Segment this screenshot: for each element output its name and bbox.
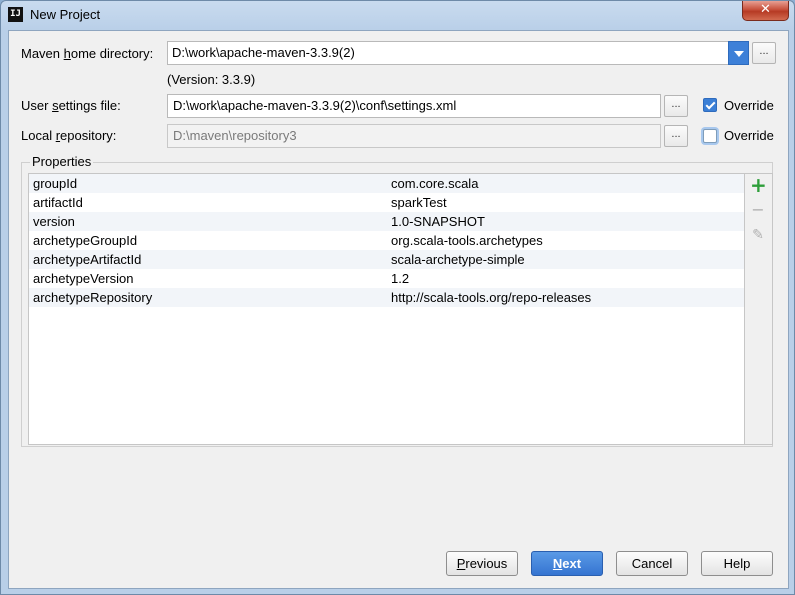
remove-icon[interactable]: − bbox=[750, 202, 766, 218]
dialog-content: Maven home directory: D:\work\apache-mav… bbox=[8, 30, 789, 589]
maven-home-browse-button[interactable]: ... bbox=[752, 42, 776, 64]
table-row[interactable]: archetypeVersion 1.2 bbox=[29, 269, 744, 288]
property-value[interactable]: sparkTest bbox=[391, 193, 447, 212]
close-button[interactable]: ✕ bbox=[742, 1, 789, 21]
new-project-window: IJ New Project ✕ Maven home directory: D… bbox=[0, 0, 795, 595]
table-row[interactable]: artifactId sparkTest bbox=[29, 193, 744, 212]
cancel-button[interactable]: Cancel bbox=[616, 551, 688, 576]
chevron-down-icon[interactable] bbox=[728, 41, 749, 65]
table-row[interactable]: archetypeArtifactId scala-archetype-simp… bbox=[29, 250, 744, 269]
property-key[interactable]: archetypeGroupId bbox=[33, 231, 137, 250]
maven-home-label-mnemonic: h bbox=[63, 46, 71, 61]
property-key[interactable]: artifactId bbox=[33, 193, 83, 212]
local-repo-browse-button[interactable]: ... bbox=[664, 125, 688, 147]
local-repo-override-label[interactable]: Override bbox=[724, 128, 774, 143]
maven-version-label: (Version: 3.3.9) bbox=[167, 72, 256, 87]
next-mnemonic[interactable]: N bbox=[553, 556, 562, 571]
property-value[interactable]: http://scala-tools.org/repo-releases bbox=[391, 288, 591, 307]
edit-icon[interactable]: ✎ bbox=[750, 227, 766, 243]
user-settings-label: User settings file: bbox=[21, 98, 121, 113]
local-repo-label-post: epository: bbox=[60, 128, 117, 143]
user-settings-label-post: ettings file: bbox=[58, 98, 121, 113]
user-settings-override-checkbox[interactable] bbox=[703, 98, 717, 112]
properties-table[interactable]: groupId com.core.scala artifactId sparkT… bbox=[28, 173, 745, 445]
table-row[interactable]: groupId com.core.scala bbox=[29, 174, 744, 193]
property-value[interactable]: 1.0-SNAPSHOT bbox=[391, 212, 485, 231]
user-settings-input[interactable]: D:\work\apache-maven-3.3.9(2)\conf\setti… bbox=[167, 94, 661, 118]
previous-rest[interactable]: revious bbox=[465, 556, 507, 571]
property-value[interactable]: org.scala-tools.archetypes bbox=[391, 231, 543, 250]
property-key[interactable]: archetypeRepository bbox=[33, 288, 152, 307]
next-rest[interactable]: ext bbox=[562, 556, 581, 571]
properties-toolbar: + − ✎ bbox=[745, 173, 773, 445]
maven-home-label-post: ome directory: bbox=[70, 46, 154, 61]
maven-home-label-pre: Maven bbox=[21, 46, 64, 61]
property-value[interactable]: scala-archetype-simple bbox=[391, 250, 525, 269]
properties-title: Properties bbox=[30, 154, 94, 169]
add-icon[interactable]: + bbox=[750, 175, 767, 195]
table-row[interactable]: archetypeRepository http://scala-tools.o… bbox=[29, 288, 744, 307]
window-title: New Project bbox=[30, 7, 101, 22]
property-key[interactable]: archetypeVersion bbox=[33, 269, 133, 288]
user-settings-label-pre: User bbox=[21, 98, 53, 113]
maven-home-value[interactable]: D:\work\apache-maven-3.3.9(2) bbox=[172, 42, 355, 64]
user-settings-browse-button[interactable]: ... bbox=[664, 95, 688, 117]
intellij-app-icon: IJ bbox=[8, 7, 23, 22]
local-repo-label-pre: Local bbox=[21, 128, 56, 143]
table-row[interactable]: archetypeGroupId org.scala-tools.archety… bbox=[29, 231, 744, 250]
title-bar[interactable]: IJ New Project ✕ bbox=[1, 1, 794, 29]
property-key[interactable]: groupId bbox=[33, 174, 77, 193]
previous-button[interactable]: Previous bbox=[446, 551, 518, 576]
table-row[interactable]: version 1.0-SNAPSHOT bbox=[29, 212, 744, 231]
help-button[interactable]: Help bbox=[701, 551, 773, 576]
property-value[interactable]: 1.2 bbox=[391, 269, 409, 288]
user-settings-override-label[interactable]: Override bbox=[724, 98, 774, 113]
property-key[interactable]: version bbox=[33, 212, 75, 231]
property-key[interactable]: archetypeArtifactId bbox=[33, 250, 141, 269]
local-repo-override-checkbox[interactable] bbox=[703, 129, 717, 143]
maven-home-combo[interactable]: D:\work\apache-maven-3.3.9(2) bbox=[167, 41, 749, 65]
property-value[interactable]: com.core.scala bbox=[391, 174, 478, 193]
maven-home-label: Maven home directory: bbox=[21, 46, 153, 61]
next-button[interactable]: Next bbox=[531, 551, 603, 576]
local-repo-input[interactable]: D:\maven\repository3 bbox=[167, 124, 661, 148]
local-repo-label: Local repository: bbox=[21, 128, 116, 143]
